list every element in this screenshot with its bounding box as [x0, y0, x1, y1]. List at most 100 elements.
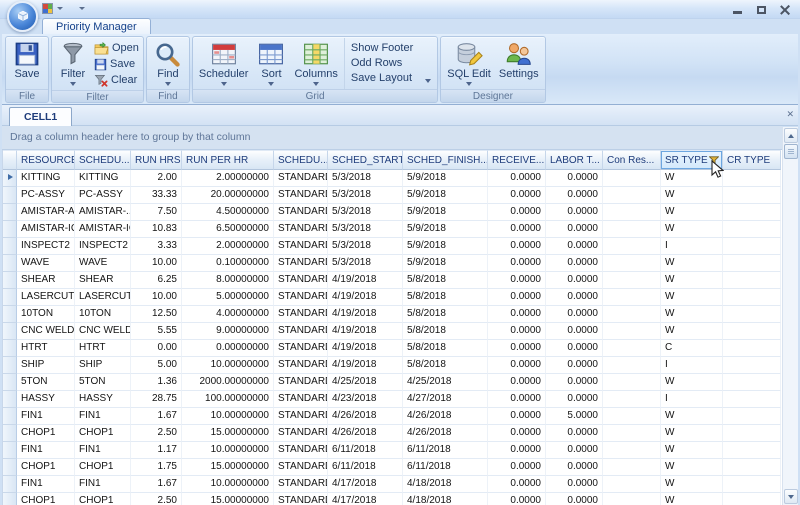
grid-cell[interactable]: 8.00000000 — [182, 272, 274, 289]
row-selector[interactable] — [3, 442, 17, 459]
grid-cell[interactable]: 10.00 — [131, 255, 182, 272]
sql-edit-button[interactable]: SQL Edit — [443, 38, 495, 89]
grid-cell[interactable]: 5.00000000 — [182, 289, 274, 306]
column-header-sched_type[interactable]: SCHEDU... — [274, 150, 328, 170]
grid-cell[interactable]: 10.00000000 — [182, 357, 274, 374]
grid-cell[interactable]: SHIP — [17, 357, 75, 374]
grid-cell[interactable]: 5/3/2018 — [328, 170, 403, 187]
grid-cell[interactable]: 10.83 — [131, 221, 182, 238]
grid-cell[interactable]: 0.0000 — [488, 187, 546, 204]
grid-cell[interactable] — [603, 204, 661, 221]
grid-cell[interactable]: STANDARD — [274, 323, 328, 340]
grid-cell[interactable]: 6/11/2018 — [403, 442, 488, 459]
close-button[interactable] — [778, 4, 792, 15]
grid-cell[interactable]: PC-ASSY — [17, 187, 75, 204]
grid-cell[interactable]: 5/3/2018 — [328, 204, 403, 221]
grid-cell[interactable]: 5/3/2018 — [328, 255, 403, 272]
grid-cell[interactable] — [723, 459, 781, 476]
open-filter-button[interactable]: Open — [94, 40, 139, 56]
grid-cell[interactable]: W — [661, 204, 723, 221]
grid-cell[interactable]: W — [661, 459, 723, 476]
grid-cell[interactable]: 100.00000000 — [182, 391, 274, 408]
grid-cell[interactable]: STANDARD — [274, 289, 328, 306]
row-selector[interactable] — [3, 476, 17, 493]
grid-cell[interactable]: W — [661, 442, 723, 459]
columns-button[interactable]: Columns — [290, 38, 341, 89]
column-header-sched_finish[interactable]: SCHED_FINISH... — [403, 150, 488, 170]
grid-cell[interactable] — [723, 357, 781, 374]
grid-cell[interactable]: 5.55 — [131, 323, 182, 340]
grid-cell[interactable]: W — [661, 306, 723, 323]
grid-cell[interactable]: CHOP1 — [17, 425, 75, 442]
save-button[interactable]: Save — [8, 38, 46, 89]
grid-cell[interactable] — [603, 272, 661, 289]
grid-cell[interactable]: 4/19/2018 — [328, 306, 403, 323]
row-selector[interactable] — [3, 340, 17, 357]
grid-cell[interactable]: STANDARD — [274, 221, 328, 238]
grid-cell[interactable]: AMISTAR-IC — [17, 221, 75, 238]
row-selector[interactable] — [3, 306, 17, 323]
grid-cell[interactable] — [603, 408, 661, 425]
grid-cell[interactable]: FIN1 — [75, 476, 131, 493]
odd-rows-button[interactable]: Odd Rows — [351, 56, 413, 71]
grid-cell[interactable] — [603, 340, 661, 357]
grid-cell[interactable]: SHEAR — [75, 272, 131, 289]
clear-filter-button[interactable]: Clear — [94, 72, 139, 88]
grid-cell[interactable]: 0.0000 — [546, 476, 603, 493]
grid-cell[interactable] — [723, 408, 781, 425]
grid-cell[interactable] — [603, 391, 661, 408]
grid-cell[interactable] — [723, 170, 781, 187]
grid-cell[interactable]: FIN1 — [17, 442, 75, 459]
grid-cell[interactable]: 15.00000000 — [182, 459, 274, 476]
grid-cell[interactable]: CHOP1 — [75, 493, 131, 505]
grid-cell[interactable] — [723, 187, 781, 204]
grid-cell[interactable] — [603, 476, 661, 493]
grid-cell[interactable]: CNC WELD — [75, 323, 131, 340]
grid-cell[interactable]: 0.0000 — [546, 425, 603, 442]
grid-cell[interactable]: LASERCUT — [75, 289, 131, 306]
grid-cell[interactable]: PC-ASSY — [75, 187, 131, 204]
grid-cell[interactable]: STANDARD — [274, 238, 328, 255]
grid-cell[interactable]: 5/9/2018 — [403, 187, 488, 204]
grid-cell[interactable]: 5TON — [75, 374, 131, 391]
grid-cell[interactable]: 0.0000 — [488, 272, 546, 289]
grid-cell[interactable]: 6/11/2018 — [403, 459, 488, 476]
row-selector-header[interactable] — [3, 150, 17, 170]
grid-cell[interactable]: FIN1 — [17, 476, 75, 493]
grid-cell[interactable] — [603, 306, 661, 323]
grid-cell[interactable]: CHOP1 — [17, 493, 75, 505]
grid-cell[interactable]: 0.0000 — [488, 408, 546, 425]
grid-cell[interactable]: W — [661, 289, 723, 306]
grid-cell[interactable]: W — [661, 255, 723, 272]
grid-cell[interactable]: STANDARD — [274, 187, 328, 204]
grid-cell[interactable]: 15.00000000 — [182, 425, 274, 442]
grid-cell[interactable]: 0.0000 — [488, 374, 546, 391]
grid-cell[interactable]: 5/8/2018 — [403, 323, 488, 340]
customize-toolbar-icon[interactable] — [79, 7, 85, 10]
row-selector[interactable] — [3, 255, 17, 272]
grid-cell[interactable]: INSPECT2 — [75, 238, 131, 255]
grid-cell[interactable]: C — [661, 340, 723, 357]
grid-cell[interactable] — [723, 391, 781, 408]
row-selector[interactable] — [3, 357, 17, 374]
grid-cell[interactable]: HASSY — [17, 391, 75, 408]
filter-button[interactable]: Filter — [54, 38, 92, 90]
grid-cell[interactable]: STANDARD — [274, 272, 328, 289]
grid-cell[interactable]: 4/26/2018 — [403, 408, 488, 425]
grid-cell[interactable]: 4/25/2018 — [403, 374, 488, 391]
grid-cell[interactable]: 7.50 — [131, 204, 182, 221]
grid-cell[interactable]: 28.75 — [131, 391, 182, 408]
column-header-receive[interactable]: RECEIVE... — [488, 150, 546, 170]
grid-cell[interactable]: 0.0000 — [546, 289, 603, 306]
grid-cell[interactable]: STANDARD — [274, 340, 328, 357]
grid-cell[interactable]: STANDARD — [274, 374, 328, 391]
maximize-button[interactable] — [754, 4, 768, 15]
grid-cell[interactable]: 20.00000000 — [182, 187, 274, 204]
grid-cell[interactable]: 0.0000 — [546, 493, 603, 505]
grid-cell[interactable]: I — [661, 357, 723, 374]
row-selector[interactable] — [3, 391, 17, 408]
grid-cell[interactable]: STANDARD — [274, 306, 328, 323]
scrollbar-thumb[interactable] — [784, 144, 798, 159]
grid-cell[interactable]: 0.00 — [131, 340, 182, 357]
grid-cell[interactable]: SHEAR — [17, 272, 75, 289]
